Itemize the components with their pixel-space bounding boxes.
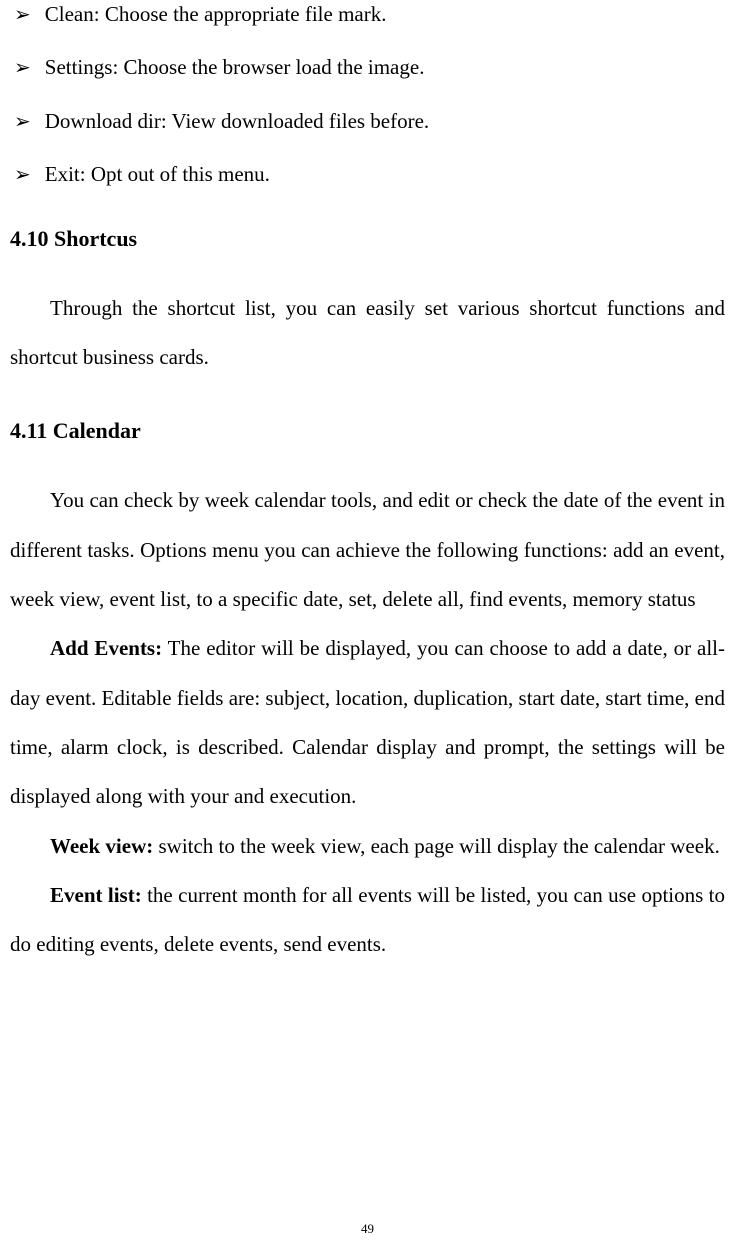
list-item: ➢ Clean: Choose the appropriate file mar… [10,0,725,29]
label-week-view: Week view: [50,834,153,858]
bullet-marker-icon: ➢ [14,54,31,82]
text-add-events: The editor will be displayed, you can ch… [10,636,725,808]
paragraph-event-list: Event list: the current month for all ev… [10,871,725,970]
list-item: ➢ Exit: Opt out of this menu. [10,160,725,189]
paragraph-add-events: Add Events: The editor will be displayed… [10,624,725,821]
section-4-11: 4.11 Calendar You can check by week cale… [10,418,725,969]
text-week-view: switch to the week view, each page will … [153,834,720,858]
bullet-text: Exit: Opt out of this menu. [45,160,270,189]
heading-calendar: 4.11 Calendar [10,418,725,444]
bullet-text: Download dir: View downloaded files befo… [45,107,429,136]
paragraph-shortcus: Through the shortcut list, you can easil… [10,284,725,383]
list-item: ➢ Download dir: View downloaded files be… [10,107,725,136]
page-number: 49 [0,1221,735,1237]
label-event-list: Event list: [50,883,142,907]
bullet-marker-icon: ➢ [14,161,31,189]
section-4-10: 4.10 Shortcus Through the shortcut list,… [10,226,725,383]
heading-shortcus: 4.10 Shortcus [10,226,725,252]
paragraph-week-view: Week view: switch to the week view, each… [10,822,725,871]
bullet-text: Clean: Choose the appropriate file mark. [45,0,387,29]
bullet-marker-icon: ➢ [14,108,31,136]
bullet-text: Settings: Choose the browser load the im… [45,53,425,82]
bullet-marker-icon: ➢ [14,1,31,29]
list-item: ➢ Settings: Choose the browser load the … [10,53,725,82]
paragraph-calendar-intro: You can check by week calendar tools, an… [10,476,725,624]
bullet-list: ➢ Clean: Choose the appropriate file mar… [10,0,725,190]
label-add-events: Add Events: [50,636,162,660]
